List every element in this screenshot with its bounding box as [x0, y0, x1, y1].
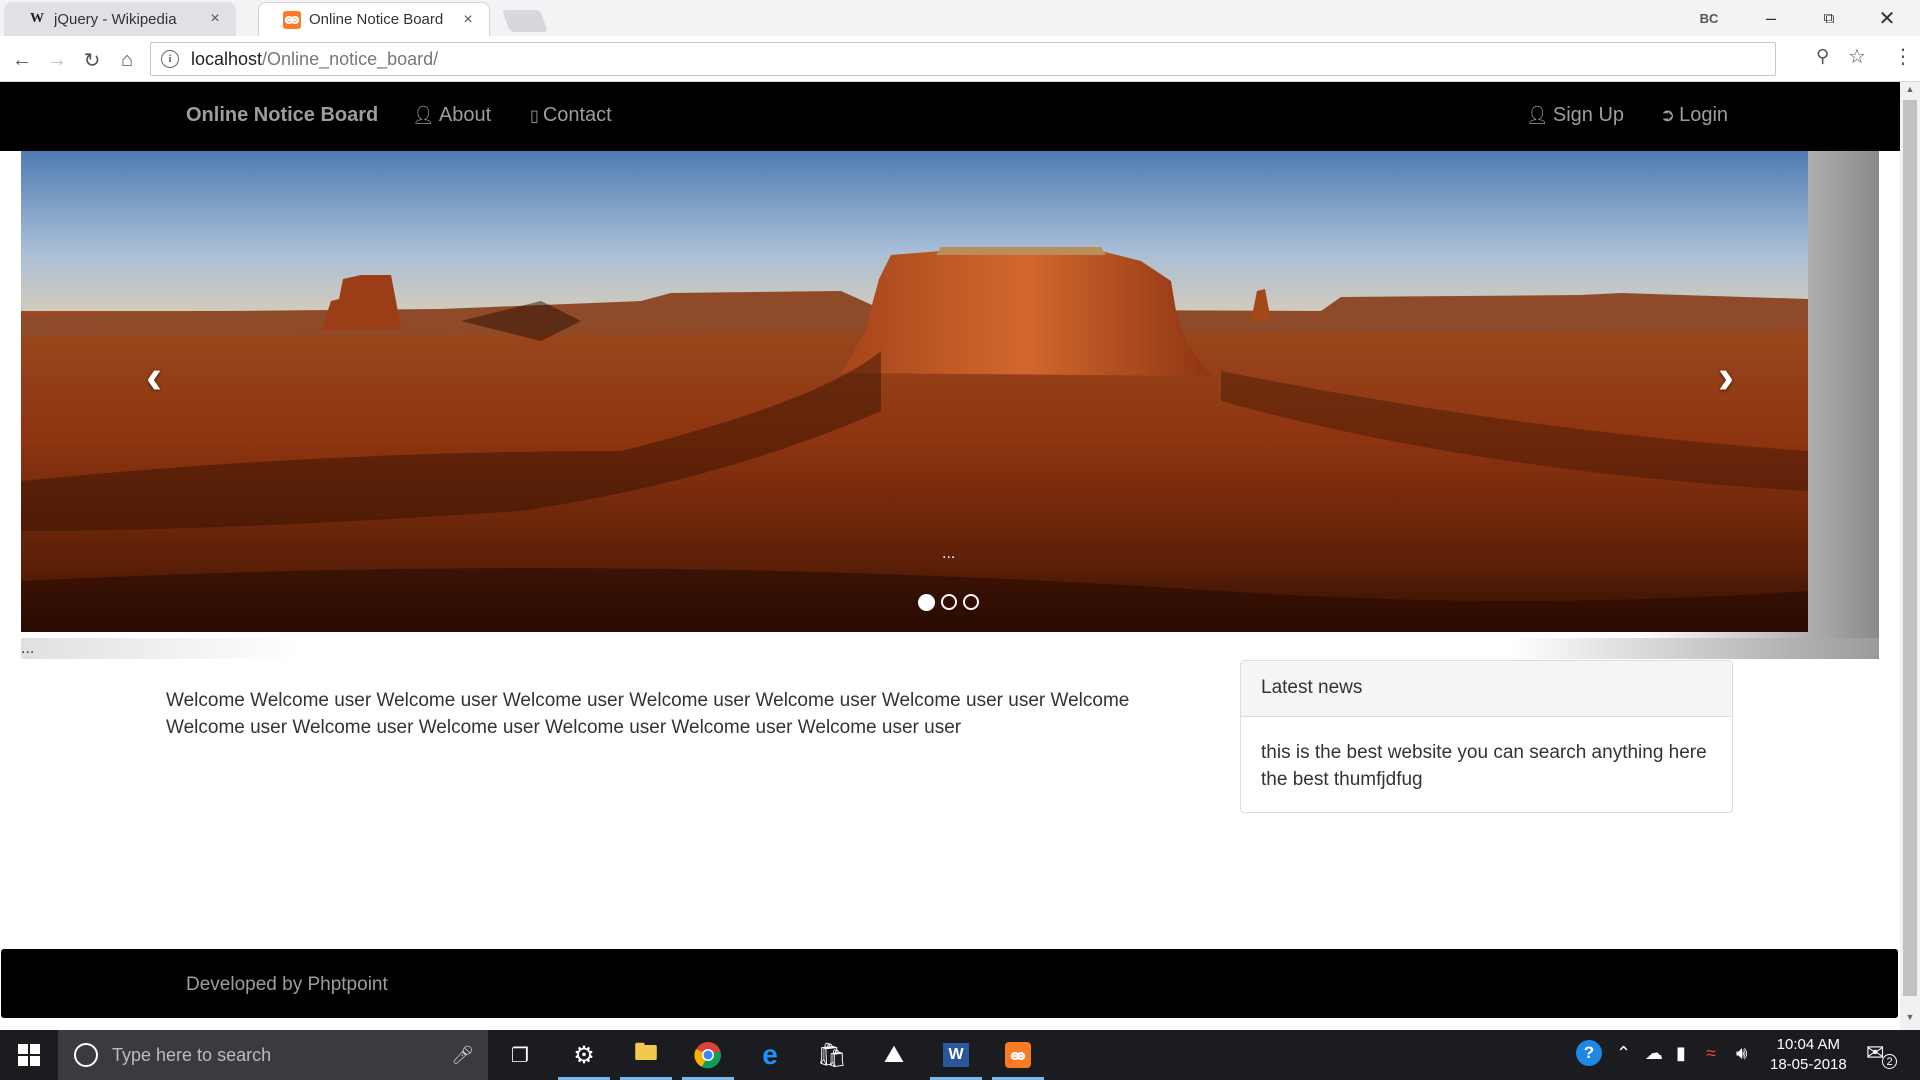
nav-signup[interactable]: 👤︎ Sign Up [1526, 104, 1624, 127]
welcome-text: Welcome Welcome user Welcome user Welcom… [166, 690, 1130, 738]
latest-news-heading: Latest news [1241, 661, 1732, 717]
carousel-indicator[interactable] [941, 594, 957, 610]
site-brand[interactable]: Online Notice Board [186, 104, 378, 127]
chrome-icon[interactable] [678, 1030, 738, 1080]
nav-contact[interactable]: ▯ Contact [530, 104, 612, 127]
zoom-icon[interactable]: ⚲ [1816, 46, 1829, 67]
restore-icon[interactable]: ⧉ [1800, 0, 1858, 36]
desert-landscape-image [21, 151, 1808, 632]
clock-date: 18-05-2018 [1770, 1056, 1847, 1073]
action-center-icon[interactable]: ✉ 2 [1866, 1040, 1897, 1069]
tab-jquery-wikipedia[interactable]: W jQuery - Wikipedia × [4, 2, 236, 36]
edge-icon[interactable]: e [740, 1030, 800, 1080]
nav-about-label: About [438, 104, 492, 126]
wikipedia-icon: W [30, 11, 44, 26]
url-path: /Online_notice_board/ [262, 48, 439, 69]
carousel-next-icon[interactable]: › [1718, 350, 1734, 405]
phone-icon: ▯ [530, 107, 539, 125]
nav-contact-label: Contact [542, 104, 612, 126]
cortana-icon [74, 1043, 98, 1067]
windows-start-icon[interactable] [0, 1030, 58, 1080]
scroll-down-icon[interactable]: ▼ [1900, 1012, 1920, 1028]
tab-online-notice-board[interactable]: ꙭ Online Notice Board × [258, 2, 490, 36]
nav-login[interactable]: ➲ Login [1660, 104, 1728, 127]
nav-signup-label: Sign Up [1552, 104, 1625, 126]
minimize-icon[interactable]: – [1742, 0, 1800, 36]
home-icon[interactable]: ⌂ [113, 46, 141, 74]
carousel-shadow [21, 638, 1879, 659]
url-host: localhost [191, 48, 263, 69]
carousel-slide-image [21, 151, 1808, 632]
scroll-up-icon[interactable]: ▲ [1900, 84, 1920, 100]
reload-icon[interactable]: ↻ [78, 46, 106, 74]
battery-icon[interactable]: ▮ [1676, 1043, 1686, 1064]
carousel-indicator[interactable] [963, 594, 979, 610]
clock-time: 10:04 AM [1776, 1036, 1841, 1053]
close-window-icon[interactable]: ✕ [1858, 0, 1916, 36]
taskbar-search[interactable]: Type here to search 🎤︎ [58, 1030, 488, 1080]
carousel-caption: ... [942, 545, 956, 562]
tab-title: Online Notice Board [309, 11, 444, 28]
address-bar[interactable]: i localhost/Online_notice_board/ [150, 42, 1776, 76]
login-icon: ➲ [1660, 105, 1676, 125]
forward-icon[interactable]: → [43, 46, 71, 74]
taskbar-clock[interactable]: 10:04 AM 18-05-2018 [1770, 1035, 1847, 1075]
carousel-indicators [918, 594, 979, 611]
latest-news-panel: Latest news this is the best website you… [1240, 660, 1733, 813]
word-icon[interactable]: W [926, 1030, 986, 1080]
volume-icon[interactable]: 🔊︎ [1736, 1043, 1747, 1064]
settings-gear-icon[interactable]: ⚙ [554, 1030, 614, 1080]
new-tab-button[interactable] [501, 10, 549, 32]
help-icon[interactable]: ? [1576, 1040, 1602, 1066]
profile-button[interactable]: BC [1680, 0, 1738, 36]
carousel-indicator[interactable] [918, 594, 935, 611]
file-explorer-icon[interactable]: 🖿︎ [616, 1030, 676, 1080]
footer-text: Developed by Phptpoint [186, 974, 388, 995]
site-info-icon[interactable]: i [161, 50, 179, 68]
xampp-taskbar-icon[interactable]: ꙭ [988, 1030, 1048, 1080]
tab-title: jQuery - Wikipedia [54, 10, 177, 28]
photos-icon[interactable]: ⛰ [864, 1030, 924, 1080]
carousel-extra-text: ... [21, 640, 35, 657]
microphone-icon[interactable]: 🎤︎ [451, 1045, 474, 1066]
network-icon[interactable]: ≈ [1706, 1043, 1716, 1064]
notification-count: 2 [1882, 1054, 1897, 1069]
close-tab-icon[interactable]: × [459, 11, 477, 29]
taskbar-search-placeholder: Type here to search [112, 1044, 272, 1065]
carousel-prev-icon[interactable]: ‹ [146, 350, 162, 405]
tray-chevron-icon[interactable]: ⌃ [1616, 1043, 1631, 1064]
close-tab-icon[interactable]: × [206, 10, 224, 28]
scrollbar-thumb[interactable] [1903, 100, 1917, 996]
task-view-icon[interactable]: ❐ [490, 1030, 550, 1080]
onedrive-icon[interactable]: ☁ [1645, 1043, 1663, 1064]
user-icon: 👤︎ [1526, 105, 1549, 125]
nav-about[interactable]: 👤︎ About [412, 104, 491, 127]
latest-news-body: this is the best website you can search … [1261, 742, 1707, 790]
nav-login-label: Login [1679, 104, 1729, 126]
bookmark-star-icon[interactable]: ☆ [1848, 44, 1866, 69]
xampp-icon: ꙭ [283, 10, 301, 29]
back-icon[interactable]: ← [8, 46, 36, 74]
store-icon[interactable]: 🛍︎ [802, 1030, 862, 1080]
menu-icon[interactable]: ⋮ [1893, 44, 1913, 69]
user-icon: 👤︎ [412, 105, 435, 125]
